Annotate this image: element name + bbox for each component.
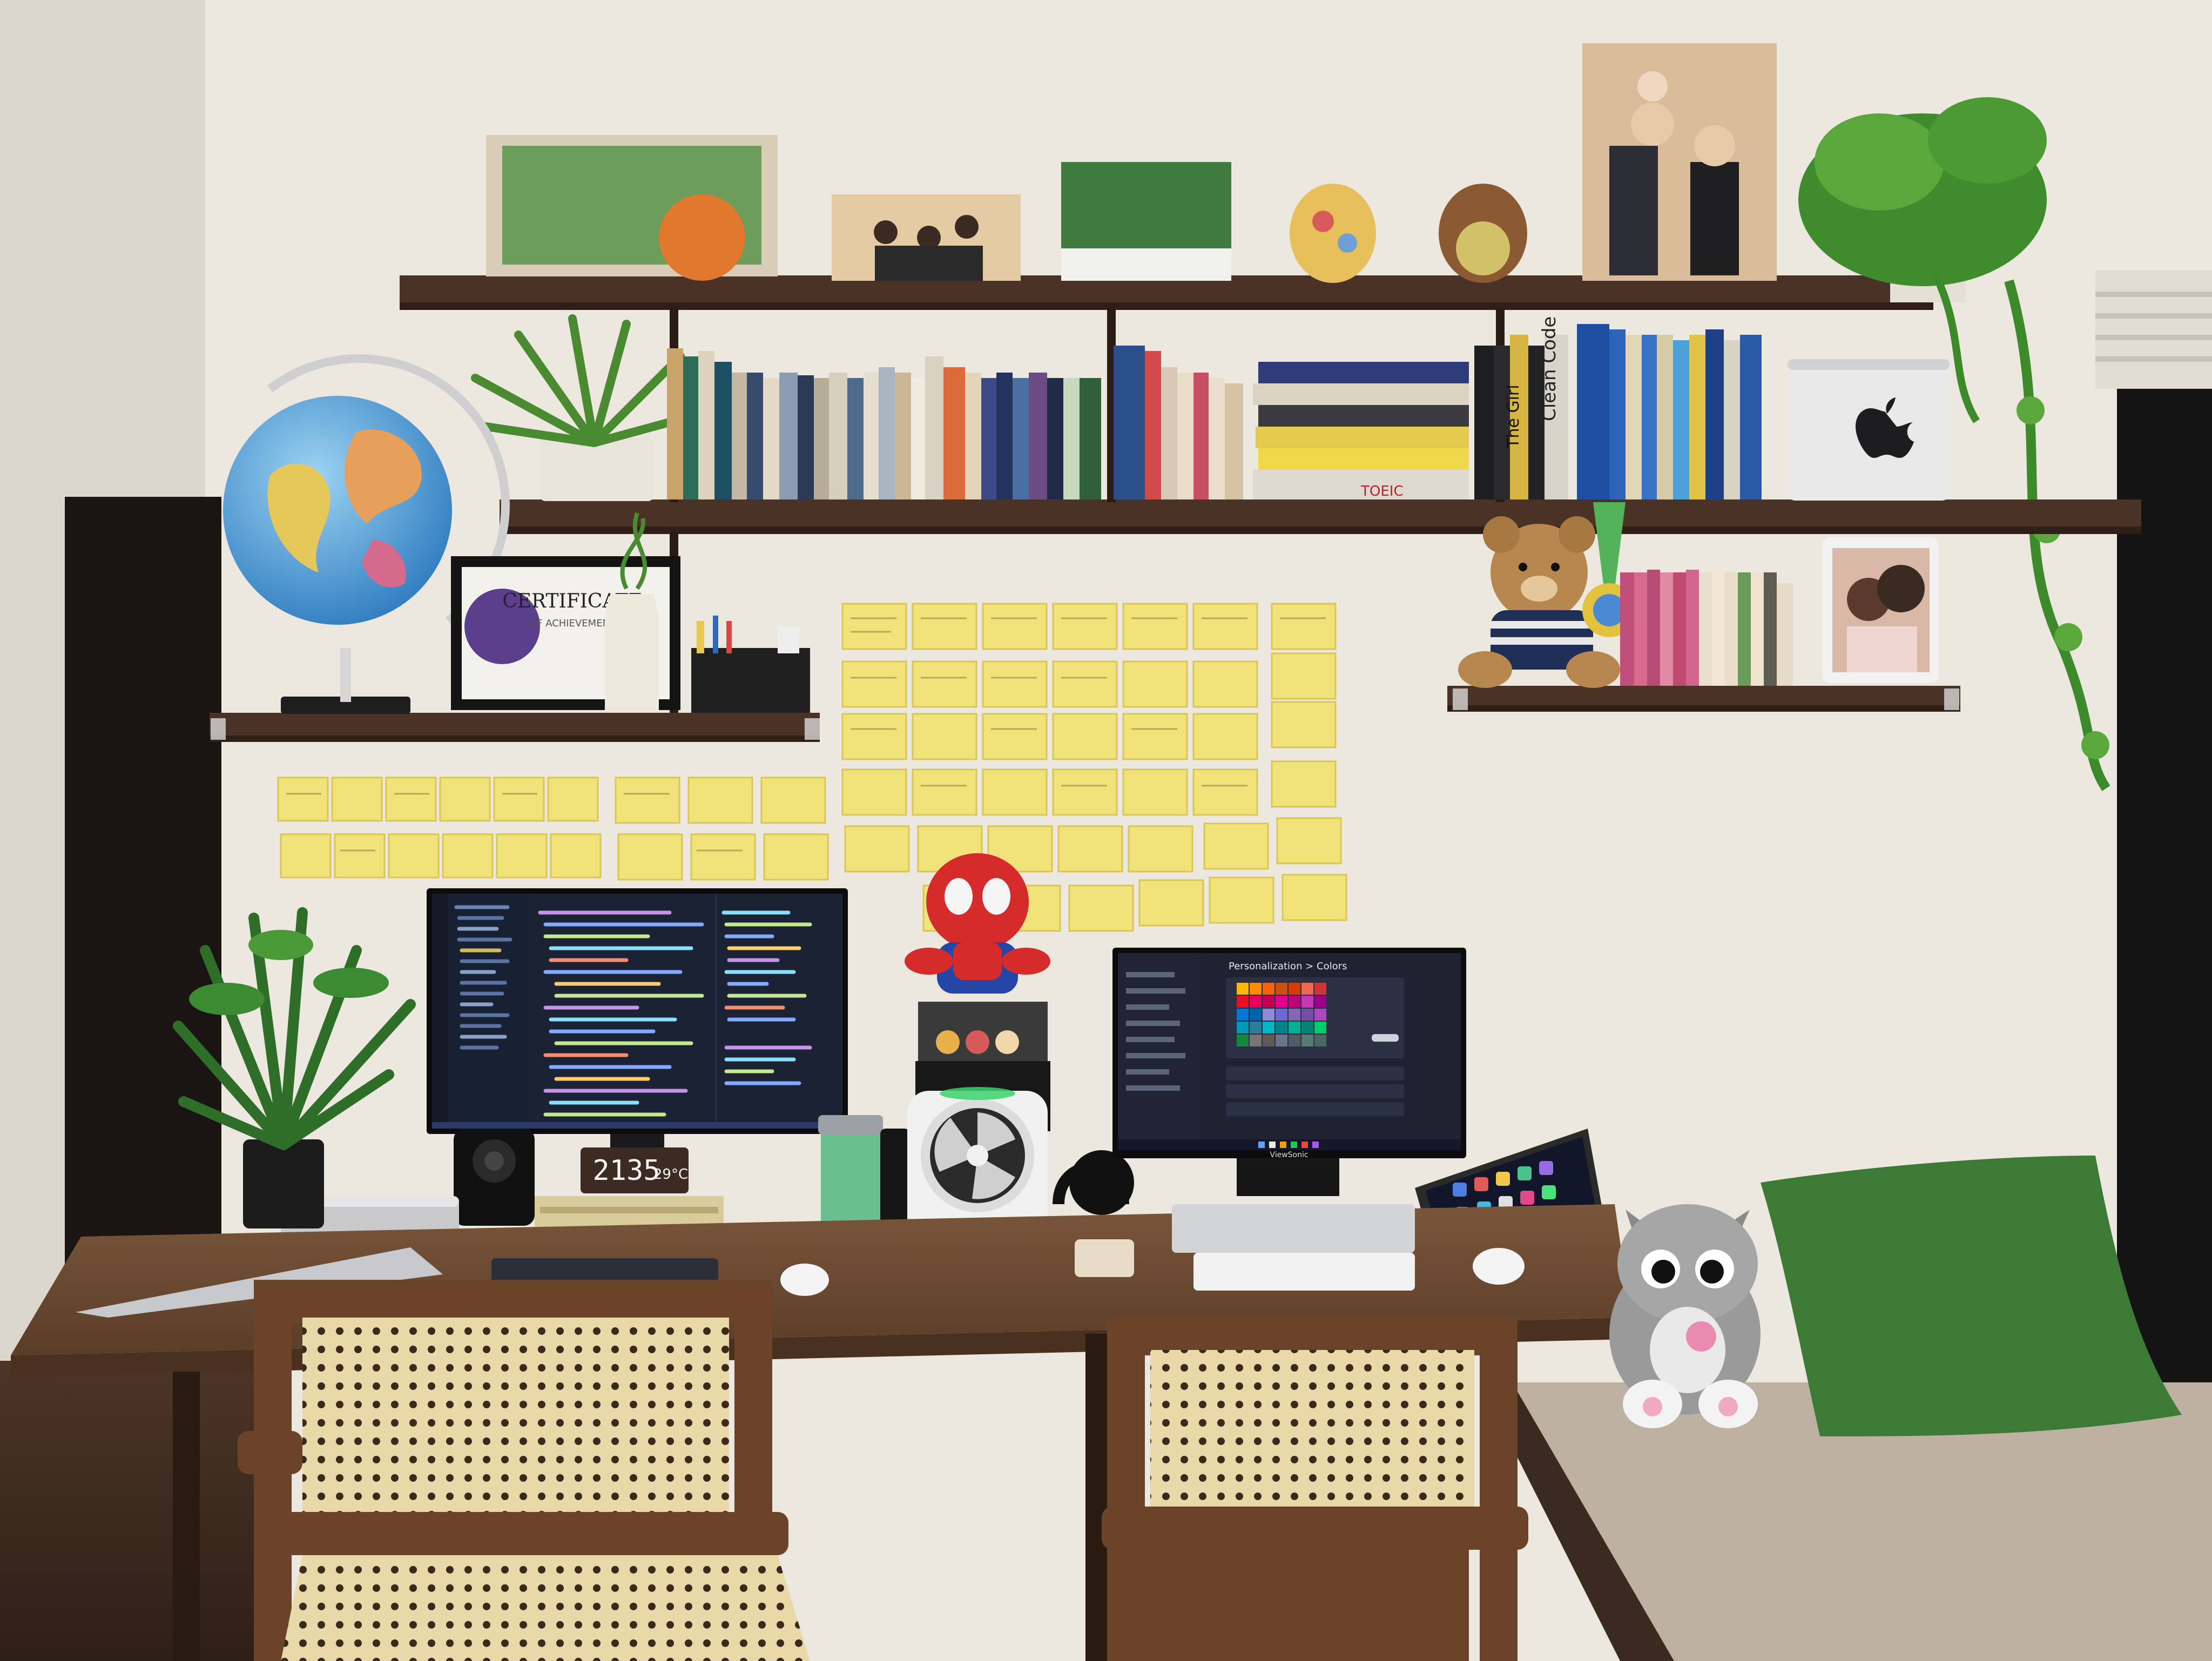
desk-organizer: [691, 648, 810, 713]
book-spine-text: Clean Code: [1539, 316, 1560, 421]
desk-clock: 2135 29°C: [581, 1147, 689, 1193]
book-spine-text: The Girl: [1504, 384, 1523, 449]
left-shelf: [210, 713, 820, 742]
manga-books: [1620, 570, 1793, 686]
white-vase: [605, 594, 659, 713]
clock-temp: 29°C: [653, 1166, 688, 1183]
window-blind: [2095, 270, 2212, 389]
middle-shelf: [500, 499, 2141, 534]
framed-photo: [1823, 537, 1939, 683]
white-keyboard: [1193, 1253, 1415, 1291]
shelf-bracket: [1944, 688, 1959, 710]
laptop-closed: [1172, 1204, 1415, 1253]
right-shelf: [1447, 686, 1960, 712]
right-speaker: [880, 1129, 910, 1231]
room-photo: Clean Code TOEIC The Girl CERTIFICATE OF…: [0, 0, 2212, 1661]
clock-time: 2135: [592, 1154, 660, 1187]
phone: [1075, 1239, 1134, 1277]
shelf-bracket: [805, 718, 820, 740]
shelf-bracket: [1453, 688, 1468, 710]
mac-mini-box: [1788, 359, 1950, 501]
settings-title: Personalization > Colors: [1229, 961, 1347, 972]
doorway: [65, 497, 221, 1285]
cat-plush-icon: [1609, 1204, 1761, 1428]
book-spine-text: TOEIC: [1360, 483, 1404, 499]
certificate-subtitle: OF ACHIEVEMENT: [529, 618, 616, 629]
chair-left: [238, 1280, 810, 1661]
mouse-left: [780, 1264, 829, 1296]
painted-vase-left: [1290, 184, 1376, 283]
mouse-right: [1473, 1248, 1525, 1285]
keyboard: [491, 1258, 718, 1282]
left-speaker: [454, 1129, 535, 1226]
poster-orange: [659, 194, 745, 281]
settings-sidebar: [1118, 953, 1199, 1150]
shelf-bracket: [211, 718, 226, 740]
color-swatch-grid: [1237, 983, 1326, 1046]
chair-right: [1102, 1318, 1528, 1661]
floor: [0, 1361, 281, 1661]
monitor-brand: ViewSonic: [1270, 1151, 1308, 1159]
